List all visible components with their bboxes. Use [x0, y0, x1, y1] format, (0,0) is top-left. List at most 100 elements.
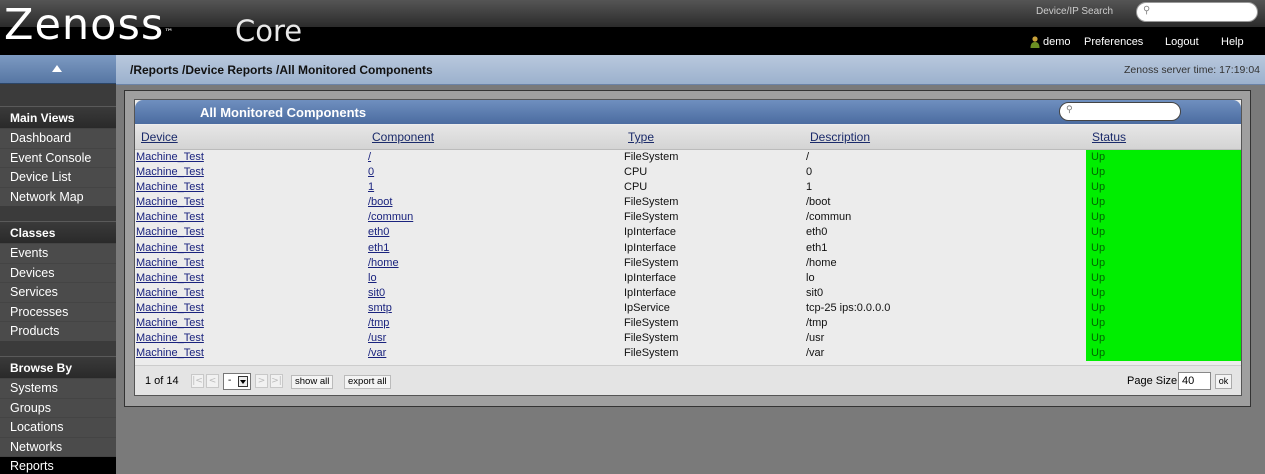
- cell-device[interactable]: Machine_Test: [136, 166, 204, 179]
- cell-device[interactable]: Machine_Test: [136, 257, 204, 270]
- sidebar-item-processes[interactable]: Processes: [0, 301, 116, 321]
- column-header-component[interactable]: Component: [372, 130, 434, 144]
- next-page-button[interactable]: >: [255, 374, 268, 388]
- cell-device[interactable]: Machine_Test: [136, 226, 204, 239]
- cell-type: FileSystem: [624, 196, 679, 209]
- cell-device[interactable]: Machine_Test: [136, 317, 204, 330]
- cell-component[interactable]: lo: [368, 272, 377, 285]
- cell-type: IpService: [624, 301, 670, 314]
- status-label: Up: [1091, 196, 1106, 209]
- status-label: Up: [1091, 256, 1106, 269]
- sidebar-item-event-console[interactable]: Event Console: [0, 147, 116, 167]
- page-size-input[interactable]: 40: [1178, 372, 1211, 390]
- sidebar-section-browse-by: Browse By Systems Groups Locations Netwo…: [0, 356, 116, 474]
- cell-device[interactable]: Machine_Test: [136, 242, 204, 255]
- table-row: Machine_Test/boot FileSystem/boot Up: [135, 195, 1241, 211]
- cell-component[interactable]: /home: [368, 257, 399, 270]
- cell-component[interactable]: /boot: [368, 196, 392, 209]
- cell-description: 1: [806, 181, 813, 194]
- sidebar-item-groups[interactable]: Groups: [0, 397, 116, 417]
- column-header-device[interactable]: Device: [141, 130, 178, 144]
- logout-link[interactable]: Logout: [1165, 36, 1199, 48]
- column-header-status[interactable]: Status: [1092, 130, 1126, 144]
- column-header-type[interactable]: Type: [628, 130, 654, 144]
- cell-component[interactable]: 1: [368, 181, 374, 194]
- cell-description: /var: [806, 347, 825, 360]
- breadcrumb[interactable]: /Reports /Device Reports /All Monitored …: [130, 63, 433, 77]
- page-select-value: -: [228, 375, 232, 386]
- prev-page-button[interactable]: <: [206, 374, 219, 388]
- cell-device[interactable]: Machine_Test: [136, 332, 204, 345]
- cell-device[interactable]: Machine_Test: [136, 272, 204, 285]
- zenoss-logo[interactable]: Zenoss™: [4, 2, 173, 48]
- cell-component[interactable]: sit0: [368, 287, 385, 300]
- table-row: Machine_Test 1 CPU 1 Up: [135, 180, 1241, 196]
- cell-device[interactable]: Machine_Test: [136, 196, 204, 209]
- report-table-container: All Monitored Components ⚲ Device Compon…: [134, 99, 1242, 396]
- sidebar-item-devices[interactable]: Devices: [0, 262, 116, 282]
- sidebar-heading: Main Views: [0, 106, 116, 128]
- table-filter-input[interactable]: ⚲: [1059, 102, 1181, 121]
- top-header: Zenoss™ Core Device/IP Search ⚲ demo Pre…: [0, 0, 1265, 55]
- sidebar-item-products[interactable]: Products: [0, 321, 116, 341]
- cell-description: /commun: [806, 211, 852, 224]
- cell-device[interactable]: Machine_Test: [136, 347, 204, 360]
- breadcrumb-bar: /Reports /Device Reports /All Monitored …: [116, 55, 1265, 85]
- cell-type: FileSystem: [624, 211, 679, 224]
- show-all-button[interactable]: show all: [291, 375, 334, 389]
- cell-description: /usr: [806, 332, 825, 345]
- cell-component[interactable]: /var: [368, 347, 386, 360]
- sidebar-item-reports[interactable]: Reports: [0, 456, 116, 474]
- status-cell: Up: [1086, 316, 1241, 332]
- column-header-description[interactable]: Description: [810, 130, 870, 144]
- pager-bar: 1 of 14 |< < - > >| show all export all …: [135, 365, 1241, 395]
- sidebar-item-device-list[interactable]: Device List: [0, 167, 116, 187]
- status-cell: Up: [1086, 300, 1241, 317]
- status-label: Up: [1091, 151, 1106, 163]
- cell-component[interactable]: /: [368, 151, 371, 164]
- export-all-button[interactable]: export all: [344, 375, 391, 389]
- cell-component[interactable]: eth0: [368, 226, 389, 239]
- preferences-link[interactable]: Preferences: [1084, 36, 1143, 48]
- cell-device[interactable]: Machine_Test: [136, 151, 204, 164]
- first-page-button[interactable]: |<: [191, 374, 204, 388]
- cell-type: FileSystem: [624, 347, 679, 360]
- cell-device[interactable]: Machine_Test: [136, 211, 204, 224]
- cell-device[interactable]: Machine_Test: [136, 287, 204, 300]
- cell-component[interactable]: /tmp: [368, 317, 389, 330]
- page-count-label: 1 of 14: [145, 375, 179, 387]
- sidebar-collapse-button[interactable]: [0, 55, 116, 84]
- table-header-bar: All Monitored Components ⚲: [135, 100, 1241, 124]
- cell-type: IpInterface: [624, 226, 676, 239]
- table-row: Machine_Test eth1 IpInterface eth1 Up: [135, 240, 1241, 256]
- table-row: Machine_Test/tmp FileSystem/tmp Up: [135, 316, 1241, 332]
- page-select[interactable]: -: [223, 373, 251, 390]
- sidebar-heading: Classes: [0, 221, 116, 243]
- cell-type: FileSystem: [624, 332, 679, 345]
- cell-component[interactable]: /usr: [368, 332, 386, 345]
- help-link[interactable]: Help: [1221, 36, 1244, 48]
- last-page-button[interactable]: >|: [270, 374, 283, 388]
- status-cell: Up: [1086, 180, 1241, 196]
- sidebar-item-systems[interactable]: Systems: [0, 378, 116, 398]
- sidebar-item-services[interactable]: Services: [0, 282, 116, 302]
- cell-device[interactable]: Machine_Test: [136, 302, 204, 315]
- status-cell: Up: [1086, 165, 1241, 181]
- sidebar-item-dashboard[interactable]: Dashboard: [0, 128, 116, 148]
- sidebar-item-networks[interactable]: Networks: [0, 436, 116, 456]
- sidebar-item-events[interactable]: Events: [0, 243, 116, 263]
- cell-component[interactable]: 0: [368, 166, 374, 179]
- cell-component[interactable]: smtp: [368, 302, 392, 315]
- status-label: Up: [1091, 317, 1106, 330]
- cell-component[interactable]: /commun: [368, 211, 413, 224]
- cell-device[interactable]: Machine_Test: [136, 181, 204, 194]
- sidebar-item-network-map[interactable]: Network Map: [0, 186, 116, 206]
- cell-type: CPU: [624, 181, 648, 194]
- sidebar-item-locations[interactable]: Locations: [0, 417, 116, 437]
- page-size-ok-button[interactable]: ok: [1215, 374, 1232, 389]
- cell-type: IpInterface: [624, 286, 676, 299]
- cell-description: eth0: [806, 226, 828, 239]
- device-search-input[interactable]: ⚲: [1136, 2, 1258, 22]
- cell-component[interactable]: eth1: [368, 242, 389, 255]
- username-label: demo: [1043, 36, 1071, 48]
